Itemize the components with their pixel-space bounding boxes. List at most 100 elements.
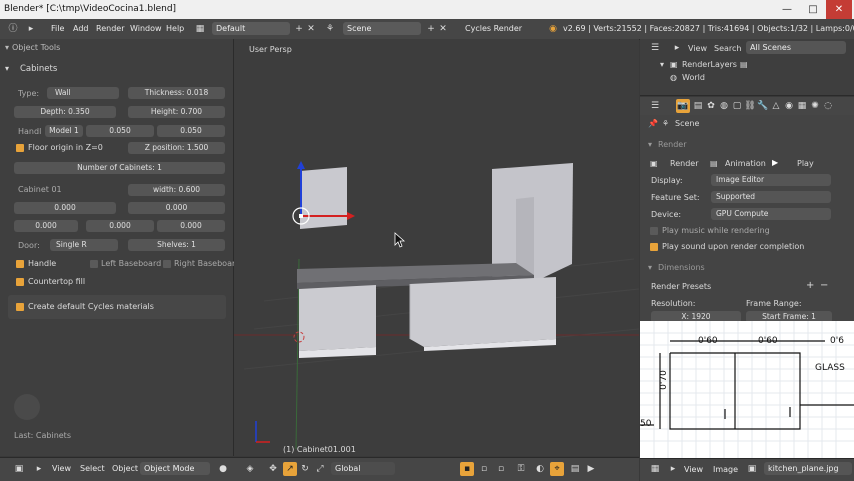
constraints-tab-icon[interactable]: ⛓ bbox=[743, 99, 757, 113]
layer-icon[interactable]: ▫ bbox=[477, 462, 491, 476]
menu-window[interactable]: Window bbox=[130, 24, 162, 33]
handle-checkbox[interactable] bbox=[16, 260, 24, 268]
render-layers-tab-icon[interactable]: ▤ bbox=[691, 99, 705, 113]
collapse-menus-icon[interactable]: ▸ bbox=[24, 22, 38, 36]
depth-field[interactable]: Depth: 0.350 bbox=[14, 106, 116, 118]
snap-icon[interactable]: ⌖ bbox=[550, 462, 564, 476]
right-baseboard-checkbox[interactable] bbox=[163, 260, 171, 268]
cabinet-value-field[interactable]: 0.000 bbox=[128, 202, 225, 214]
pin-icon[interactable]: 📌 bbox=[648, 119, 658, 128]
outliner-view-menu[interactable]: View bbox=[688, 44, 707, 53]
play-sound-checkbox[interactable] bbox=[650, 243, 658, 251]
thickness-field[interactable]: Thickness: 0.018 bbox=[128, 87, 225, 99]
outliner-item-renderlayers[interactable]: RenderLayers bbox=[682, 60, 737, 69]
object-tab-icon[interactable]: ▢ bbox=[730, 99, 744, 113]
manipulator-toggle-icon[interactable]: ✥ bbox=[266, 462, 280, 476]
screen-layout-icon[interactable]: ▦ bbox=[193, 22, 207, 36]
render-button[interactable]: Render bbox=[670, 159, 698, 168]
number-of-cabinets-field[interactable]: Number of Cabinets: 1 bbox=[14, 162, 225, 174]
play-button[interactable]: Play bbox=[797, 159, 814, 168]
handle-y-field[interactable]: 0.050 bbox=[157, 125, 225, 137]
scene-selector[interactable]: Scene bbox=[343, 22, 421, 35]
cabinet-value-field[interactable]: 0.000 bbox=[14, 202, 116, 214]
cabinets-panel-header[interactable]: Cabinets bbox=[20, 64, 57, 74]
physics-tab-icon[interactable]: ◌ bbox=[821, 99, 835, 113]
type-dropdown[interactable]: Wall bbox=[47, 87, 119, 99]
wall-cabinet[interactable] bbox=[300, 167, 347, 229]
menu-render[interactable]: Render bbox=[96, 24, 124, 33]
editor-type-icon[interactable]: ▣ bbox=[12, 462, 26, 476]
image-editor[interactable]: 0'60 0'60 0'6 0'70 GLASS 50 bbox=[640, 321, 854, 458]
data-tab-icon[interactable]: △ bbox=[769, 99, 783, 113]
translate-icon[interactable]: ↗ bbox=[283, 462, 297, 476]
cycles-materials-checkbox[interactable] bbox=[16, 303, 24, 311]
menu-image[interactable]: Image bbox=[713, 465, 738, 474]
collapse-menus-icon[interactable]: ▸ bbox=[666, 462, 680, 476]
layer-icon[interactable]: ▫ bbox=[494, 462, 508, 476]
door-dropdown[interactable]: Single R bbox=[50, 239, 118, 251]
editor-type-icon[interactable]: ▦ bbox=[648, 462, 662, 476]
feature-set-dropdown[interactable]: Supported bbox=[711, 191, 831, 203]
layout-selector[interactable]: Default bbox=[212, 22, 290, 35]
menu-object[interactable]: Object bbox=[112, 464, 138, 473]
outliner-display-mode[interactable]: All Scenes bbox=[746, 41, 846, 54]
scene-tab-icon[interactable]: ✿ bbox=[704, 99, 718, 113]
render-preview-icon[interactable]: ▤ bbox=[568, 462, 582, 476]
cabinet-value-field[interactable]: 0.000 bbox=[157, 220, 225, 232]
maximize-button[interactable]: □ bbox=[800, 0, 826, 19]
minimize-button[interactable]: — bbox=[774, 0, 800, 19]
device-dropdown[interactable]: GPU Compute bbox=[711, 208, 831, 220]
object-tools-header[interactable]: Object Tools bbox=[12, 43, 60, 52]
editor-type-icon[interactable]: ☰ bbox=[648, 41, 662, 55]
menu-add[interactable]: Add bbox=[73, 24, 89, 33]
animation-button[interactable]: Animation bbox=[725, 159, 766, 168]
height-field[interactable]: Height: 0.700 bbox=[128, 106, 225, 118]
remove-layout-icon[interactable]: ✕ bbox=[304, 22, 318, 36]
play-music-checkbox[interactable] bbox=[650, 227, 658, 235]
material-tab-icon[interactable]: ◉ bbox=[782, 99, 796, 113]
image-browse-icon[interactable]: ▣ bbox=[745, 462, 759, 476]
remove-scene-icon[interactable]: ✕ bbox=[436, 22, 450, 36]
editor-type-icon[interactable]: ☰ bbox=[648, 99, 662, 113]
dimensions-panel-header[interactable]: Dimensions bbox=[658, 263, 705, 272]
z-position-field[interactable]: Z position: 1.500 bbox=[128, 142, 225, 154]
camera-icon[interactable]: ▶ bbox=[584, 462, 598, 476]
scale-icon[interactable]: ⤢ bbox=[313, 462, 327, 476]
display-dropdown[interactable]: Image Editor bbox=[711, 174, 831, 186]
collapse-menus-icon[interactable]: ▸ bbox=[32, 462, 46, 476]
base-cabinet-right[interactable] bbox=[410, 277, 556, 347]
render-presets-menu[interactable]: Render Presets bbox=[651, 282, 711, 291]
shelves-field[interactable]: Shelves: 1 bbox=[128, 239, 225, 251]
image-name-field[interactable]: kitchen_plane.jpg bbox=[764, 462, 852, 475]
base-cabinet-left[interactable] bbox=[299, 285, 376, 351]
menu-help[interactable]: Help bbox=[166, 24, 184, 33]
mode-selector[interactable]: Object Mode bbox=[140, 462, 210, 475]
menu-view[interactable]: View bbox=[52, 464, 71, 473]
collapse-menus-icon[interactable]: ▸ bbox=[670, 41, 684, 55]
render-tab-icon[interactable]: 📷 bbox=[676, 99, 690, 113]
scene-icon[interactable]: ⚘ bbox=[323, 22, 337, 36]
left-baseboard-checkbox[interactable] bbox=[90, 260, 98, 268]
viewport-shading-icon[interactable]: ● bbox=[216, 462, 230, 476]
world-tab-icon[interactable]: ◍ bbox=[717, 99, 731, 113]
outliner-item-world[interactable]: World bbox=[682, 73, 705, 82]
menu-view[interactable]: View bbox=[684, 465, 703, 474]
3d-viewport[interactable]: User Persp (1) Cabinet01.001 bbox=[234, 39, 639, 456]
remove-preset-icon[interactable]: − bbox=[820, 280, 828, 291]
menu-file[interactable]: File bbox=[51, 24, 64, 33]
handle-x-field[interactable]: 0.050 bbox=[86, 125, 154, 137]
menu-select[interactable]: Select bbox=[80, 464, 105, 473]
outliner-search-menu[interactable]: Search bbox=[714, 44, 741, 53]
layer-icon[interactable]: ▪ bbox=[460, 462, 474, 476]
pivot-point-icon[interactable]: ◈ bbox=[243, 462, 257, 476]
texture-tab-icon[interactable]: ▦ bbox=[795, 99, 809, 113]
countertop-checkbox[interactable] bbox=[16, 278, 24, 286]
cabinet-width-field[interactable]: width: 0.600 bbox=[128, 184, 225, 196]
particles-tab-icon[interactable]: ✺ bbox=[808, 99, 822, 113]
lock-icon[interactable]: ⚿ bbox=[514, 462, 528, 476]
render-engine-selector[interactable]: Cycles Render bbox=[465, 24, 522, 33]
transform-orientation-selector[interactable]: Global bbox=[331, 462, 395, 475]
editor-type-icon[interactable]: ⓘ bbox=[6, 22, 20, 36]
proportional-edit-icon[interactable]: ◐ bbox=[533, 462, 547, 476]
last-operator-label[interactable]: Last: Cabinets bbox=[14, 431, 71, 440]
